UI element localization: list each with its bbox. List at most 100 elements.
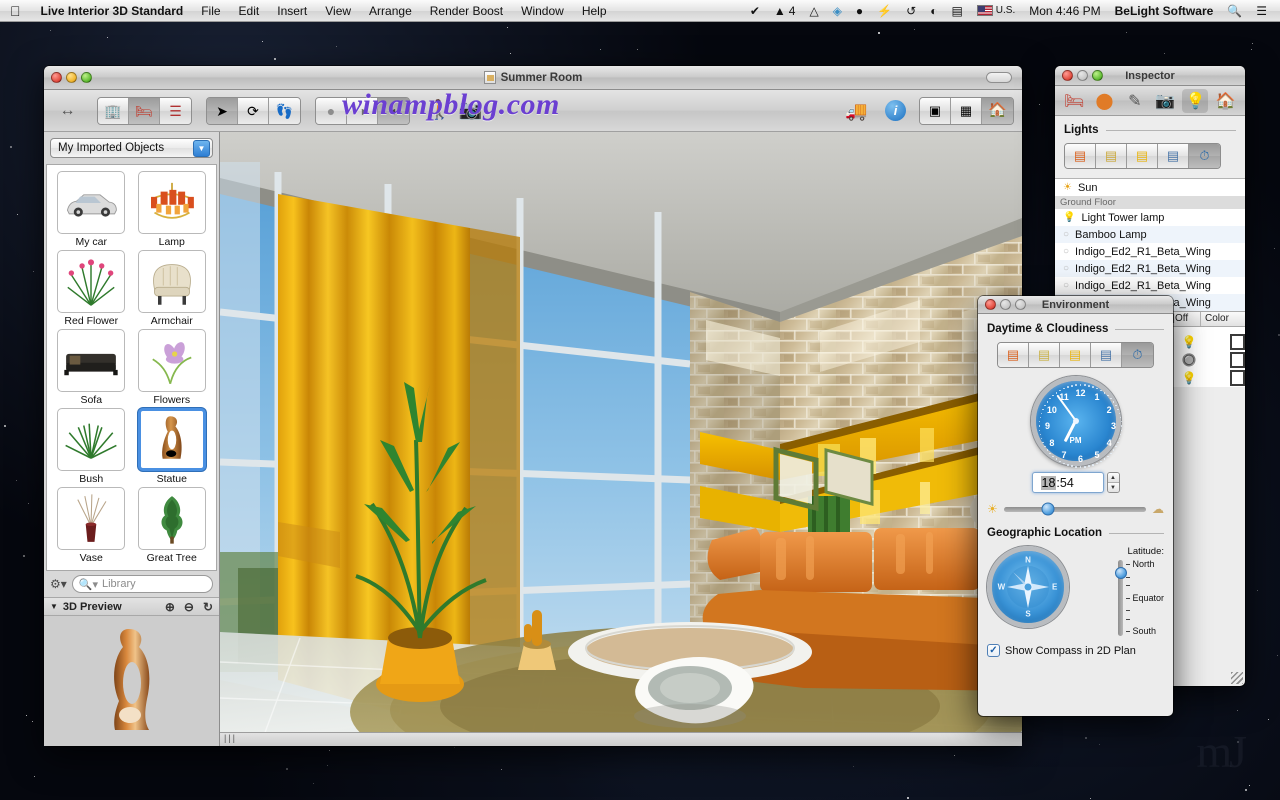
menu-render-boost[interactable]: Render Boost: [421, 0, 512, 22]
menu-edit[interactable]: Edit: [230, 0, 269, 22]
inspector-titlebar[interactable]: Inspector: [1055, 66, 1245, 86]
inspector-resize-handle[interactable]: [1231, 672, 1243, 684]
menu-arrange[interactable]: Arrange: [360, 0, 421, 22]
library-object-statue[interactable]: Statue: [133, 408, 212, 485]
cloudiness-slider[interactable]: [1003, 502, 1146, 516]
drive-icon[interactable]: △: [802, 0, 825, 22]
furniture-icon[interactable]: 🛏: [129, 97, 160, 124]
light-list[interactable]: ☀ Sun Ground Floor 💡 Light Tower lamp ○ Bamboo…: [1055, 178, 1245, 311]
menu-help[interactable]: Help: [573, 0, 616, 22]
light-yellow-icon[interactable]: ▤: [1127, 144, 1158, 168]
house-3d-icon[interactable]: 🏠: [982, 97, 1013, 124]
environment-zoom-button[interactable]: [1015, 299, 1026, 310]
environment-minimize-button[interactable]: [1000, 299, 1011, 310]
evernote-icon[interactable]: ●: [849, 0, 870, 22]
light-group-header[interactable]: Ground Floor: [1055, 196, 1245, 209]
checkmark-icon[interactable]: ✓: [987, 644, 1000, 657]
bulb-on-icon[interactable]: 💡: [1176, 335, 1203, 349]
warm-light-icon[interactable]: ▤: [1060, 343, 1091, 367]
close-button[interactable]: [51, 72, 62, 83]
list-icon[interactable]: ☰: [160, 97, 191, 124]
gear-icon[interactable]: ⚙▾: [50, 577, 67, 591]
library-object-bush[interactable]: Bush: [52, 408, 131, 485]
environment-titlebar[interactable]: Environment: [978, 296, 1173, 314]
time-minutes[interactable]: 54: [1060, 476, 1074, 490]
library-object-flowers[interactable]: Flowers: [133, 329, 212, 406]
library-object-great-tree[interactable]: Great Tree: [133, 487, 212, 564]
color-swatch[interactable]: [1230, 352, 1245, 368]
refresh-icon[interactable]: ↻: [203, 600, 213, 614]
menu-view[interactable]: View: [316, 0, 360, 22]
triangle-down-icon[interactable]: ▼: [50, 602, 58, 611]
checkmark-circle-icon[interactable]: ✔︎: [743, 0, 767, 22]
environment-close-button[interactable]: [985, 299, 996, 310]
library-object-lamp[interactable]: Lamp: [133, 171, 212, 248]
light-list-item[interactable]: ○ Indigo_Ed2_R1_Beta_Wing: [1055, 260, 1245, 277]
light-list-item[interactable]: ○ Indigo_Ed2_R1_Beta_Wing: [1055, 277, 1245, 294]
list-icon[interactable]: ☰: [1249, 0, 1274, 22]
cloudy-icon[interactable]: ▤: [1091, 343, 1122, 367]
main-window-titlebar[interactable]: Summer Room: [44, 66, 1022, 90]
search-input[interactable]: 🔍▾ Library: [71, 575, 213, 593]
horizontal-resize-icon[interactable]: ↔: [52, 98, 83, 124]
auto-time-icon[interactable]: ⏱: [1122, 343, 1153, 367]
flash-icon[interactable]: ⚡: [870, 0, 899, 22]
column-header-color[interactable]: Color: [1201, 312, 1245, 326]
light-auto-icon[interactable]: ⏱: [1189, 144, 1220, 168]
building-icon[interactable]: 🏢: [98, 97, 129, 124]
plan-3d-icon[interactable]: ▦: [951, 97, 982, 124]
menu-window[interactable]: Window: [512, 0, 573, 22]
daylight-icon[interactable]: ▤: [1029, 343, 1060, 367]
show-compass-checkbox-row[interactable]: ✓ Show Compass in 2D Plan: [987, 644, 1164, 657]
light-cool-icon[interactable]: ▤: [1158, 144, 1189, 168]
timemachine-icon[interactable]: ↺: [899, 0, 923, 22]
battery-icon[interactable]: ▤: [944, 0, 969, 22]
stepper-icon[interactable]: ▲ ▼: [1106, 472, 1120, 493]
time-hours[interactable]: 18: [1040, 475, 1057, 490]
color-swatch[interactable]: [1230, 334, 1245, 350]
walk-measure-icon[interactable]: 👣: [269, 97, 300, 124]
minimize-button[interactable]: [66, 72, 77, 83]
menu-app-name[interactable]: Live Interior 3D Standard: [32, 0, 193, 22]
edit-pencil-icon[interactable]: ✎: [1122, 89, 1148, 113]
stepper-up[interactable]: ▲: [1107, 473, 1119, 483]
light-bulb-icon[interactable]: 💡: [1182, 88, 1209, 113]
apple-menu-icon[interactable]: : [0, 4, 32, 18]
light-warm-icon[interactable]: ▤: [1065, 144, 1096, 168]
time-input[interactable]: 18:54: [1031, 472, 1104, 493]
library-object-my-car[interactable]: My car: [52, 171, 131, 248]
light-list-item[interactable]: 💡 Light Tower lamp: [1055, 209, 1245, 226]
menu-insert[interactable]: Insert: [268, 0, 316, 22]
adobe-icon[interactable]: ▲ 4: [767, 0, 803, 22]
object-grid[interactable]: My car Lamp Red Flower Armchair Sofa Flowers B…: [46, 164, 217, 571]
light-list-item[interactable]: ☀ Sun: [1055, 179, 1245, 196]
inspector-close-button[interactable]: [1062, 70, 1073, 81]
light-list-item[interactable]: ○ Indigo_Ed2_R1_Beta_Wing: [1055, 243, 1245, 260]
camera-icon[interactable]: 📷: [1152, 89, 1178, 113]
preview-3d-viewport[interactable]: [44, 616, 219, 746]
library-category-popup[interactable]: My Imported Objects ▼: [50, 138, 213, 158]
sunset-icon[interactable]: ▤: [998, 343, 1029, 367]
dropbox-icon[interactable]: ◈: [826, 0, 849, 22]
menu-file[interactable]: File: [192, 0, 229, 22]
library-object-red-flower[interactable]: Red Flower: [52, 250, 131, 327]
light-neutral-icon[interactable]: ▤: [1096, 144, 1127, 168]
inspector-zoom-button[interactable]: [1092, 70, 1103, 81]
material-sphere-icon[interactable]: ⬤: [1091, 89, 1117, 113]
color-swatch[interactable]: [1230, 370, 1245, 386]
viewport-grip[interactable]: |||: [224, 733, 237, 743]
moving-truck-icon[interactable]: 🚚: [841, 98, 872, 124]
menu-user-name[interactable]: BeLight Software: [1108, 0, 1221, 22]
library-object-vase[interactable]: Vase: [52, 487, 131, 564]
cloudiness-slider-knob[interactable]: [1041, 502, 1055, 516]
bulb-off-icon[interactable]: 🔘: [1176, 353, 1203, 367]
chevron-down-icon[interactable]: ▼: [193, 139, 210, 157]
bulb-on-icon[interactable]: 💡: [1176, 371, 1203, 385]
house-environment-icon[interactable]: 🏠: [1213, 89, 1239, 113]
zoom-out-icon[interactable]: ⊖: [184, 600, 194, 614]
toolbar-toggle-button[interactable]: [986, 72, 1012, 83]
rotate-icon[interactable]: ⟳: [238, 97, 269, 124]
arrow-pointer-icon[interactable]: ➤: [207, 97, 238, 124]
compass-icon[interactable]: N E S W: [987, 546, 1069, 628]
object-properties-icon[interactable]: 🛏: [1061, 89, 1087, 113]
